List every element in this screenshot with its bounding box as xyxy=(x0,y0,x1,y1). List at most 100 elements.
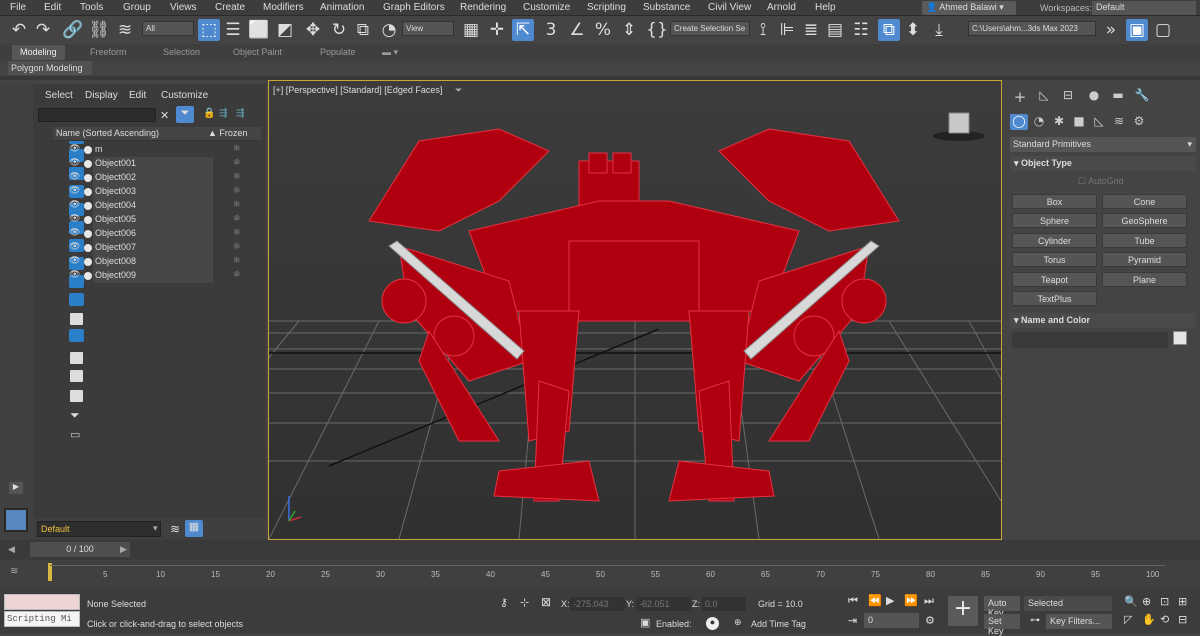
menu-rendering[interactable]: Rendering xyxy=(460,2,506,13)
column-header-frozen[interactable]: ▲ Frozen xyxy=(205,127,261,141)
visibility-eye-icon[interactable]: 👁 xyxy=(69,171,80,182)
go-to-end-icon[interactable]: ⏭ xyxy=(924,594,934,608)
display-hidden-icon[interactable] xyxy=(69,329,84,342)
freeze-icon[interactable]: ❄ xyxy=(233,269,241,280)
orbit-icon[interactable]: ⟲ xyxy=(1160,613,1169,626)
layer-sort-icon[interactable]: ⇶ xyxy=(236,108,244,119)
maxscript-mini-listener[interactable]: Scripting Mi xyxy=(4,611,80,627)
utilities-tab-icon[interactable]: 🔧 xyxy=(1132,88,1152,106)
layer-chevron-down-icon[interactable]: ▾ xyxy=(153,523,158,534)
render-setup-icon[interactable]: ▣ xyxy=(1126,19,1148,41)
list-item[interactable]: 👁 Object001 ❄ xyxy=(33,157,266,171)
next-frame-icon[interactable]: ▶ xyxy=(120,544,127,555)
freeze-icon[interactable]: ❄ xyxy=(233,185,241,196)
list-item[interactable]: 👁 Object002 ❄ xyxy=(33,171,266,185)
spacewarps-icon[interactable]: ≋ xyxy=(1110,114,1128,130)
zoom-all-icon[interactable]: ⊕ xyxy=(1142,595,1151,608)
prev-frame-icon[interactable]: ◀ xyxy=(8,544,15,555)
curve-editor-icon[interactable]: ⧉ xyxy=(878,19,900,41)
tab-modeling[interactable]: Modeling xyxy=(12,45,65,60)
lock-selection-icon[interactable]: ⚷ xyxy=(500,596,508,609)
freeze-icon[interactable]: ❄ xyxy=(233,199,241,210)
hierarchy-tab-icon[interactable]: ⊟ xyxy=(1058,88,1078,106)
visibility-eye-icon[interactable]: 👁 xyxy=(69,227,80,238)
menu-tools[interactable]: Tools xyxy=(80,2,103,13)
textplus-button[interactable]: TextPlus xyxy=(1012,291,1097,306)
list-item[interactable]: 👁 Object003 ❄ xyxy=(33,185,266,199)
primitive-category-dropdown[interactable]: Standard Primitives ▾ xyxy=(1010,137,1196,152)
tab-selection[interactable]: Selection xyxy=(155,45,208,60)
display-all-icon[interactable] xyxy=(70,352,83,364)
filter-icon[interactable]: ⏷ xyxy=(176,106,194,123)
track-bar-toggle-icon[interactable]: ≋ xyxy=(10,566,18,577)
y-coordinate-field[interactable]: -62.051 xyxy=(636,597,691,611)
object-type-rollout[interactable]: ▾ Object Type xyxy=(1010,156,1196,171)
autogrid-checkbox[interactable]: ☐ AutoGrid xyxy=(1078,176,1124,187)
maximize-viewport-icon[interactable]: ⊟ xyxy=(1178,613,1187,626)
current-frame-field[interactable]: 0 xyxy=(864,613,919,628)
maxscript-listener-output[interactable] xyxy=(4,594,80,610)
overflow-chevron-icon[interactable]: » xyxy=(1100,19,1122,41)
list-item[interactable]: 👁 Object008 ❄ xyxy=(33,255,266,269)
key-filters-button[interactable]: Key Filters... xyxy=(1046,614,1112,629)
menu-scripting[interactable]: Scripting xyxy=(587,2,626,13)
auto-key-button[interactable]: Auto Key xyxy=(984,596,1020,618)
schematic-view-icon[interactable]: ⬍ xyxy=(902,19,924,41)
display-none-icon[interactable] xyxy=(70,370,83,382)
link-icon[interactable]: 🔗 xyxy=(62,19,84,41)
cone-button[interactable]: Cone xyxy=(1102,194,1187,209)
select-by-name-icon[interactable]: ☰ xyxy=(222,19,244,41)
set-key-button[interactable]: Set Key xyxy=(984,614,1020,636)
menu-modifiers[interactable]: Modifiers xyxy=(263,2,304,13)
adaptive-degradation-icon[interactable]: ▣ xyxy=(640,616,650,629)
visibility-eye-icon[interactable]: 👁 xyxy=(69,199,80,210)
menu-edit[interactable]: Edit xyxy=(44,2,61,13)
pivot-center-icon[interactable]: ▦ xyxy=(460,19,482,41)
menu-substance[interactable]: Substance xyxy=(643,2,690,13)
scale-icon[interactable]: ⧉ xyxy=(352,19,374,41)
menu-views[interactable]: Views xyxy=(170,2,197,13)
visibility-eye-icon[interactable]: 👁 xyxy=(69,241,80,252)
lights-icon[interactable]: ✱ xyxy=(1050,114,1068,130)
percent-snap-icon[interactable]: % xyxy=(592,19,614,41)
plane-button[interactable]: Plane xyxy=(1102,272,1187,287)
shapes-icon[interactable]: ◔ xyxy=(1030,114,1048,130)
time-tag-icon[interactable]: ⊕ xyxy=(734,617,742,628)
user-account-dropdown[interactable]: 👤 Ahmed Balawi ▾ xyxy=(922,1,1016,15)
motion-tab-icon[interactable]: ● xyxy=(1084,88,1104,106)
tube-button[interactable]: Tube xyxy=(1102,233,1187,248)
expand-arrow-icon[interactable]: ▶ xyxy=(9,482,23,494)
systems-icon[interactable]: ⚙ xyxy=(1130,114,1148,130)
time-slider[interactable]: 0 / 100 xyxy=(30,542,130,557)
menu-create[interactable]: Create xyxy=(215,2,245,13)
viewcube-icon[interactable] xyxy=(933,112,985,141)
freeze-icon[interactable]: ❄ xyxy=(233,227,241,238)
layer-explorer-icon[interactable]: ▤ xyxy=(824,19,846,41)
list-item[interactable]: 👁 Object009 ❄ xyxy=(33,269,266,283)
perspective-viewport[interactable]: [+] [Perspective] [Standard] [Edged Face… xyxy=(268,80,1002,540)
name-and-color-rollout[interactable]: ▾ Name and Color xyxy=(1010,313,1196,328)
key-mode-icon[interactable]: ⇥ xyxy=(848,614,857,627)
hierarchy-icon[interactable]: ⇶ xyxy=(219,108,227,119)
field-of-view-icon[interactable]: ◸ xyxy=(1124,613,1132,626)
freeze-icon[interactable]: ❄ xyxy=(233,157,241,168)
zoom-icon[interactable]: 🔍 xyxy=(1124,595,1138,608)
freeze-icon[interactable]: ❄ xyxy=(233,143,241,154)
pan-icon[interactable]: ✋ xyxy=(1142,613,1156,626)
zoom-extents-icon[interactable]: ⊡ xyxy=(1160,595,1169,608)
project-path-dropdown[interactable]: C:\Users\ahm...3ds Max 2023 xyxy=(968,21,1096,36)
toggle-ribbon-icon[interactable]: ☷ xyxy=(850,19,872,41)
workspace-dropdown[interactable]: Default xyxy=(1092,1,1196,15)
scene-menu-edit[interactable]: Edit xyxy=(129,90,146,101)
key-mode-toggle-icon[interactable]: ⊶ xyxy=(1030,615,1040,626)
zoom-extents-all-icon[interactable]: ⊞ xyxy=(1178,595,1187,608)
window-crossing-icon[interactable]: ◩ xyxy=(274,19,296,41)
layer-stack-icon[interactable]: ≋ xyxy=(170,522,180,536)
polygon-modeling-panel[interactable]: Polygon Modeling xyxy=(8,61,92,75)
align-icon[interactable]: ⊫ xyxy=(776,19,798,41)
material-editor-icon[interactable]: ⤓ xyxy=(928,19,950,41)
add-time-tag[interactable]: Add Time Tag xyxy=(751,619,806,629)
z-coordinate-field[interactable]: 0.0 xyxy=(702,597,746,611)
placement-icon[interactable]: ◔ xyxy=(378,19,400,41)
named-selection-dropdown[interactable]: Create Selection Se xyxy=(670,21,750,36)
